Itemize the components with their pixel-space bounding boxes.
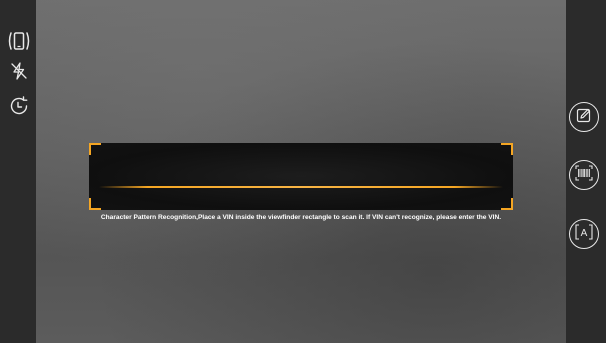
character-recognition-icon: A xyxy=(574,223,594,246)
character-glyph: A xyxy=(581,228,588,239)
scan-line xyxy=(99,186,503,188)
vin-viewfinder xyxy=(89,143,513,210)
vin-scanner-screen: A Character Pattern Recognition,Place a … xyxy=(0,0,606,343)
scan-instruction-text: Character Pattern Recognition,Place a VI… xyxy=(100,214,502,221)
history-icon[interactable] xyxy=(5,92,33,120)
barcode-scan-button[interactable] xyxy=(569,160,599,190)
manual-input-button[interactable] xyxy=(569,102,599,132)
viewfinder-corner-bottom-right xyxy=(501,198,513,210)
barcode-scan-icon xyxy=(574,164,594,187)
viewfinder-corner-top-left xyxy=(89,143,101,155)
edit-icon xyxy=(575,106,593,129)
rotate-screen-icon[interactable] xyxy=(5,27,33,55)
left-toolbar xyxy=(0,0,36,343)
character-recognition-button[interactable]: A xyxy=(569,219,599,249)
viewfinder-corner-top-right xyxy=(501,143,513,155)
flash-off-icon[interactable] xyxy=(5,57,33,85)
viewfinder-corner-bottom-left xyxy=(89,198,101,210)
